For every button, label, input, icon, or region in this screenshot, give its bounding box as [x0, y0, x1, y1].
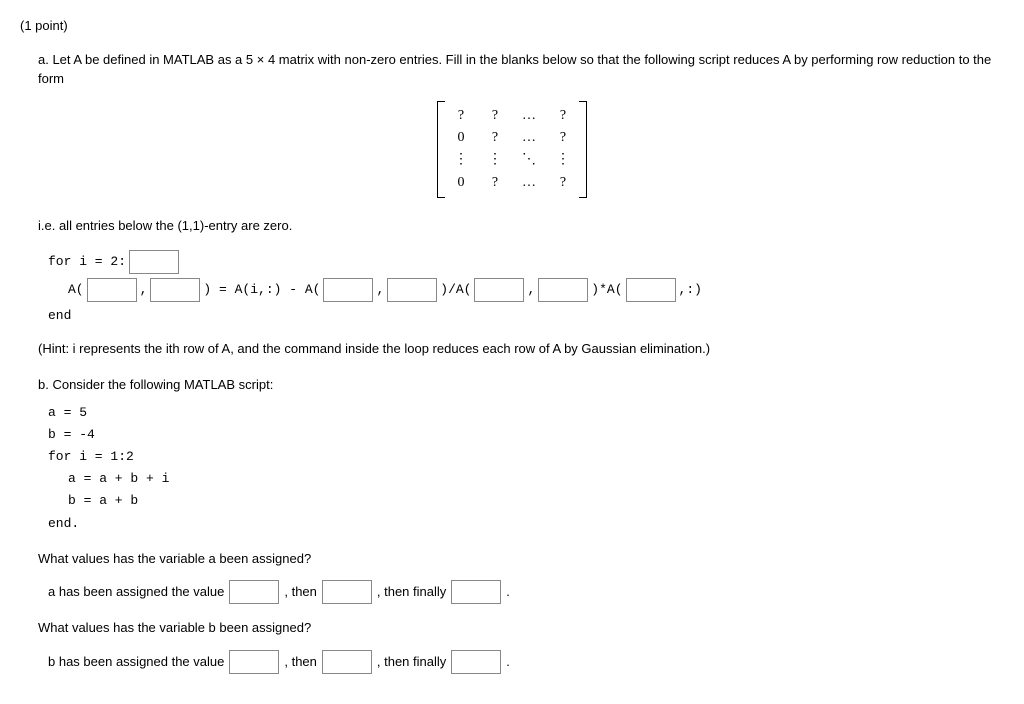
matlab-script: a = 5 b = -4 for i = 1:2 a = a + b + i b…	[48, 402, 1004, 535]
subnote: i.e. all entries below the (1,1)-entry a…	[38, 216, 1004, 236]
blank-rhs2-col[interactable]	[538, 278, 588, 302]
hint-text: (Hint: i represents the ith row of A, an…	[38, 339, 1004, 359]
matrix-cell: 0	[453, 127, 469, 149]
matrix-cell: ?	[453, 105, 469, 127]
for-prefix: for i = 2:	[48, 252, 126, 272]
blank-a-val2[interactable]	[322, 580, 372, 604]
blank-a-row[interactable]	[87, 278, 137, 302]
code-frag: ) = A(i,:) - A(	[203, 280, 320, 300]
code-frag: ,	[527, 280, 535, 300]
part-b-intro: b. Consider the following MATLAB script:	[38, 375, 1004, 395]
code-assignment-line: A( , ) = A(i,:) - A( , )/A( , )*A( ,:)	[68, 278, 1004, 302]
code-line: for i = 1:2	[48, 446, 1004, 468]
code-line: b = a + b	[68, 490, 1004, 512]
code-frag: ,:)	[679, 280, 702, 300]
blank-b-val3[interactable]	[451, 650, 501, 674]
blank-rhs3-row[interactable]	[626, 278, 676, 302]
points-label: (1 point)	[20, 16, 1004, 36]
code-line: end.	[48, 513, 1004, 535]
matrix-cell: ⋮	[555, 149, 571, 171]
blank-b-val1[interactable]	[229, 650, 279, 674]
then-label: , then	[284, 652, 317, 672]
code-frag: )*A(	[591, 280, 622, 300]
code-for-line: for i = 2:	[48, 250, 1004, 274]
code-line: b = -4	[48, 424, 1004, 446]
code-frag: ,	[376, 280, 384, 300]
blank-rhs2-row[interactable]	[474, 278, 524, 302]
matrix-cell: ?	[555, 105, 571, 127]
matrix-cell: ?	[487, 172, 503, 194]
blank-rhs1-row[interactable]	[323, 278, 373, 302]
matrix-cell: ⋮	[453, 149, 469, 171]
matrix-cell: …	[521, 172, 537, 194]
code-frag: )/A(	[440, 280, 471, 300]
part-a-intro: a. Let A be defined in MATLAB as a 5 × 4…	[38, 50, 1004, 89]
matrix-cell: ⋮	[487, 149, 503, 171]
answer-a-line: a has been assigned the value , then , t…	[48, 580, 1004, 604]
code-frag: A(	[68, 280, 84, 300]
answer-b-prefix: b has been assigned the value	[48, 652, 224, 672]
question-b: What values has the variable b been assi…	[38, 618, 1004, 638]
then-finally-label: , then finally	[377, 652, 446, 672]
code-frag: ,	[140, 280, 148, 300]
code-line: a = 5	[48, 402, 1004, 424]
matrix-cell: ?	[555, 172, 571, 194]
code-line: a = a + b + i	[68, 468, 1004, 490]
blank-b-val2[interactable]	[322, 650, 372, 674]
blank-for-upper[interactable]	[129, 250, 179, 274]
code-end-line: end	[48, 306, 1004, 326]
blank-a-col[interactable]	[150, 278, 200, 302]
matrix-cell: …	[521, 127, 537, 149]
matrix-cell: ?	[487, 105, 503, 127]
question-a: What values has the variable a been assi…	[38, 549, 1004, 569]
period: .	[506, 652, 510, 672]
matrix-cell: 0	[453, 172, 469, 194]
matrix-cell: …	[521, 105, 537, 127]
blank-rhs1-col[interactable]	[387, 278, 437, 302]
blank-a-val3[interactable]	[451, 580, 501, 604]
answer-b-line: b has been assigned the value , then , t…	[48, 650, 1004, 674]
blank-a-val1[interactable]	[229, 580, 279, 604]
target-matrix: ? ? … ? 0 ? … ? ⋮ ⋮ ⋱ ⋮ 0	[20, 101, 1004, 199]
matrix-cell: ?	[487, 127, 503, 149]
matrix-cell: ?	[555, 127, 571, 149]
code-end: end	[48, 306, 71, 326]
matrix-cell: ⋱	[521, 149, 537, 171]
